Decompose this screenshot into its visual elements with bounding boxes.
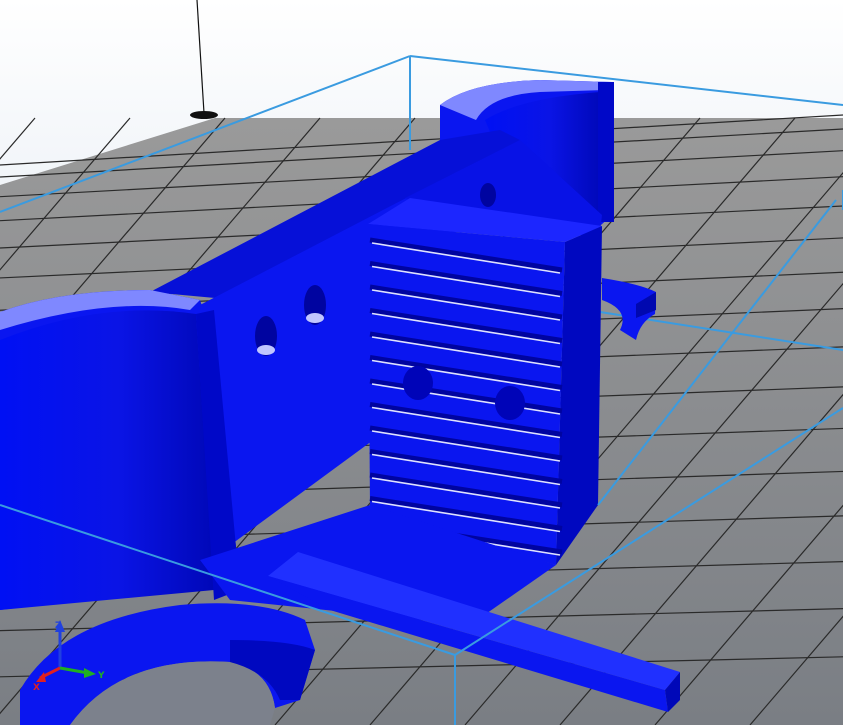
heatsink-hole-1 [403,366,433,400]
gizmo-x-label: X [33,683,40,693]
side-hole-1-edge [257,345,275,355]
back-clamp-side [598,82,614,222]
gizmo-z-label: Z [55,621,62,631]
gizmo-y-label: Y [97,671,105,681]
3d-viewport[interactable]: Z X Y [0,0,843,725]
origin-marker [190,111,218,119]
side-hole-2-edge [306,313,324,323]
scene-canvas[interactable]: Z X Y [0,0,843,725]
side-hole-3 [480,183,496,207]
heatsink-hole-2 [495,386,525,420]
